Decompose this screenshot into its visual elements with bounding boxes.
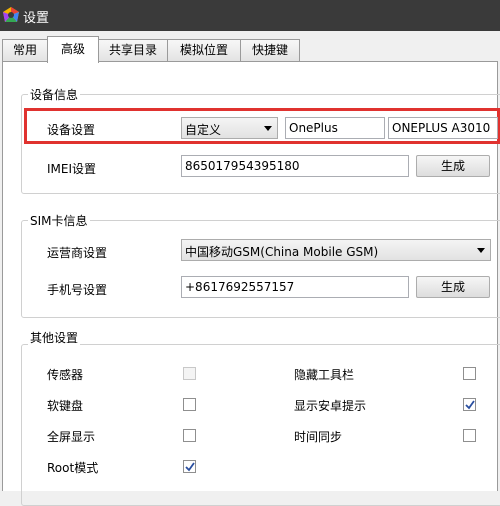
sim-info-group xyxy=(21,220,500,318)
phone-number-field[interactable]: +8617692557157 xyxy=(181,276,409,298)
chevron-down-icon xyxy=(264,126,272,131)
device-setting-label: 设备设置 xyxy=(47,123,96,137)
imei-generate-button[interactable]: 生成 xyxy=(416,155,490,177)
title-bar: 设置 xyxy=(0,0,500,31)
imei-field[interactable]: 865017954395180 xyxy=(181,155,409,177)
carrier-value: 中国移动GSM(China Mobile GSM) xyxy=(185,245,379,259)
sensor-label: 传感器 xyxy=(47,368,84,382)
imei-setting-label: IMEI设置 xyxy=(47,162,97,176)
phone-generate-button[interactable]: 生成 xyxy=(416,276,490,298)
hide-toolbar-label: 隐藏工具栏 xyxy=(294,368,355,382)
window-title: 设置 xyxy=(23,11,50,26)
fullscreen-checkbox[interactable] xyxy=(183,429,196,442)
tab-advanced[interactable]: 高级 xyxy=(47,36,99,63)
device-preset-value: 自定义 xyxy=(185,123,222,137)
tab-shortcuts[interactable]: 快捷键 xyxy=(240,39,300,61)
hide-toolbar-checkbox[interactable] xyxy=(463,367,476,380)
tab-shared-folder[interactable]: 共享目录 xyxy=(98,39,168,61)
tab-strip: 常用 高级 共享目录 模拟位置 快捷键 xyxy=(0,31,500,63)
device-model-field[interactable]: ONEPLUS A3010 xyxy=(388,117,498,139)
tab-mock-location[interactable]: 模拟位置 xyxy=(167,39,241,61)
fullscreen-label: 全屏显示 xyxy=(47,430,96,444)
sim-info-group-title: SIM卡信息 xyxy=(28,212,90,229)
other-settings-group-title: 其他设置 xyxy=(28,329,81,346)
chevron-down-icon xyxy=(477,248,485,253)
carrier-select[interactable]: 中国移动GSM(China Mobile GSM) xyxy=(181,239,491,261)
root-mode-checkbox[interactable] xyxy=(183,460,196,473)
check-icon xyxy=(465,400,475,410)
sensor-checkbox[interactable] xyxy=(183,367,196,380)
time-sync-label: 时间同步 xyxy=(294,430,343,444)
soft-keyboard-label: 软键盘 xyxy=(47,399,84,413)
carrier-setting-label: 运营商设置 xyxy=(47,246,108,260)
phone-setting-label: 手机号设置 xyxy=(47,283,108,297)
soft-keyboard-checkbox[interactable] xyxy=(183,398,196,411)
device-preset-select[interactable]: 自定义 xyxy=(181,117,278,139)
other-settings-group xyxy=(21,344,500,506)
check-icon xyxy=(185,462,195,472)
root-mode-label: Root模式 xyxy=(47,461,99,475)
tab-general[interactable]: 常用 xyxy=(2,39,48,61)
show-android-tips-checkbox[interactable] xyxy=(463,398,476,411)
app-logo-icon xyxy=(3,7,19,22)
time-sync-checkbox[interactable] xyxy=(463,429,476,442)
show-android-tips-label: 显示安卓提示 xyxy=(294,399,367,413)
device-info-group-title: 设备信息 xyxy=(28,86,81,103)
device-brand-field[interactable]: OnePlus xyxy=(285,117,385,139)
